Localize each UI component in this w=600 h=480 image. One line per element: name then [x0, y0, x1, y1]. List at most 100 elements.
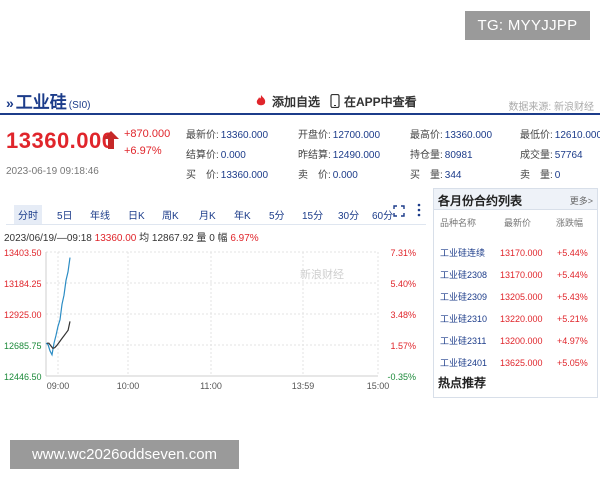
- price-change: +870.000: [124, 128, 171, 140]
- tab-8[interactable]: 15分: [298, 205, 327, 224]
- stat-label: 昨结算:: [298, 150, 331, 161]
- flame-icon: [254, 94, 268, 111]
- tab-1[interactable]: 5日: [53, 205, 77, 224]
- stat-label: 买 量:: [410, 170, 443, 181]
- commodity-name: 工业硅: [15, 93, 67, 112]
- stat-value: 13360.000: [220, 130, 269, 141]
- vol-value: 0: [209, 233, 215, 244]
- tab-9[interactable]: 30分: [334, 205, 363, 224]
- y-tick-label: 13184.25: [4, 279, 42, 289]
- stat-label: 最低价:: [520, 130, 553, 141]
- contract-pct: +4.97%: [557, 336, 588, 346]
- tab-2[interactable]: 年线: [86, 205, 114, 224]
- contracts-panel: 各月份合约列表 更多> 品种名称 最新价 涨跌幅 工业硅连续 13170.000 +…: [433, 188, 598, 398]
- stat-label: 开盘价:: [298, 130, 331, 141]
- stat-label: 最新价:: [186, 130, 219, 141]
- more-link[interactable]: 更多>: [570, 194, 593, 207]
- col-price: 最新价: [504, 218, 532, 228]
- current-price: 13360.000: [6, 128, 115, 153]
- contract-row[interactable]: 工业硅2401 13625.000 +5.05%: [434, 352, 597, 374]
- stat-label: 成交量:: [520, 150, 553, 161]
- contract-row[interactable]: 工业硅2311 13200.000 +4.97%: [434, 330, 597, 352]
- x-tick-label: 13:59: [292, 381, 315, 391]
- contract-name: 工业硅2309: [440, 292, 488, 302]
- stat-value: 13360.000: [444, 130, 493, 141]
- tab-3[interactable]: 日K: [124, 205, 149, 224]
- contract-name: 工业硅2308: [440, 270, 488, 280]
- avg-value: 12867.92: [151, 233, 194, 244]
- x-tick-label: 15:00: [367, 381, 390, 391]
- tab-6[interactable]: 年K: [230, 205, 255, 224]
- stat-label: 最高价:: [410, 130, 443, 141]
- contract-price: 13205.000: [500, 292, 543, 302]
- y-tick-label: 13403.50: [4, 248, 42, 258]
- intraday-chart[interactable]: 13403.50 7.31% 13184.25 5.40% 12925.00 3.48% 1…: [0, 244, 428, 392]
- pct-tick-label: -0.35%: [387, 372, 416, 382]
- contract-row[interactable]: 工业硅2309 13205.000 +5.43%: [434, 286, 597, 308]
- contract-price: 13625.000: [500, 358, 543, 368]
- contract-row[interactable]: 工业硅2310 13220.000 +5.21%: [434, 308, 597, 330]
- pct-tick-label: 7.31%: [390, 248, 416, 258]
- page-title: » 工业硅 (SI0): [6, 88, 90, 113]
- fullscreen-icon[interactable]: [393, 204, 405, 222]
- stat-label: 卖 价:: [298, 170, 331, 181]
- x-tick-label: 10:00: [117, 381, 140, 391]
- pct-tick-label: 3.48%: [390, 310, 416, 320]
- x-tick-label: 11:00: [200, 381, 222, 391]
- stat-value: 57764: [554, 150, 583, 161]
- tab-7[interactable]: 5分: [265, 205, 289, 224]
- contract-name: 工业硅2401: [440, 358, 488, 368]
- tg-badge: TG: MYYJJPP: [465, 11, 590, 40]
- chg-value: 6.97%: [230, 233, 259, 244]
- more-vertical-icon[interactable]: [416, 203, 422, 222]
- url-banner: www.wc2026oddseven.com: [10, 440, 239, 469]
- stat-value: 12700.000: [332, 130, 381, 141]
- stat-item: 最低价: 12610.000: [520, 126, 600, 141]
- contract-pct: +5.21%: [557, 314, 588, 324]
- tab-4[interactable]: 周K: [158, 205, 183, 224]
- tab-5[interactable]: 月K: [195, 205, 220, 224]
- add-watchlist-button[interactable]: 添加自选: [254, 93, 320, 111]
- stat-item: 卖 量: 0: [520, 166, 560, 181]
- y-tick-label: 12446.50: [4, 372, 42, 382]
- stat-item: 开盘价: 12700.000: [298, 126, 380, 141]
- stat-label: 买 价:: [186, 170, 219, 181]
- stat-label: 卖 量:: [520, 170, 553, 181]
- chg-label: 幅: [217, 233, 228, 244]
- price-change-pct: +6.97%: [124, 145, 162, 157]
- x-tick-label: 09:00: [47, 381, 70, 391]
- avg-label: 均: [139, 233, 150, 244]
- commodity-code: (SI0): [68, 100, 91, 111]
- header-divider: [0, 113, 600, 115]
- vol-label: 量: [196, 233, 207, 244]
- contract-row[interactable]: 工业硅2308 13170.000 +5.44%: [434, 264, 597, 286]
- contract-name: 工业硅2310: [440, 314, 488, 324]
- stat-label: 结算价:: [186, 150, 219, 161]
- stat-value: 344: [444, 170, 462, 181]
- stat-label: 持仓量:: [410, 150, 443, 161]
- quote-line-price: 13360.00: [94, 233, 137, 244]
- tab-0[interactable]: 分时: [14, 205, 42, 224]
- chart-quote-line: 2023/06/19/—09:18 13360.00 均 12867.92 量 …: [4, 229, 259, 244]
- chart-period-tabs: 分时 5日 年线 日K 周K 月K 年K 5分 15分 30分 60分: [6, 205, 426, 225]
- tabs-divider: [6, 224, 426, 225]
- pct-tick-label: 1.57%: [390, 341, 416, 351]
- stat-value: 0.000: [332, 170, 358, 181]
- up-arrow-icon: [103, 131, 119, 154]
- col-pct: 涨跌幅: [556, 218, 584, 228]
- contract-pct: +5.44%: [557, 270, 588, 280]
- stat-item: 昨结算: 12490.000: [298, 146, 380, 161]
- col-name: 品种名称: [440, 218, 477, 228]
- stat-value: 0: [554, 170, 561, 181]
- pct-tick-label: 5.40%: [390, 279, 416, 289]
- stat-value: 12610.000: [554, 130, 600, 141]
- view-in-app-button[interactable]: 在APP中查看: [330, 93, 417, 111]
- stat-value: 13360.000: [220, 170, 269, 181]
- contracts-panel-header: 各月份合约列表 更多>: [434, 189, 597, 210]
- quote-timestamp: 2023-06-19 09:18:46: [6, 166, 99, 177]
- stat-item: 成交量: 57764: [520, 146, 583, 161]
- contract-row[interactable]: 工业硅连续 13170.000 +5.44%: [434, 242, 597, 264]
- quote-range: 2023/06/19/—09:18: [4, 233, 92, 244]
- contract-pct: +5.44%: [557, 248, 588, 258]
- stat-item: 最高价: 13360.000: [410, 126, 492, 141]
